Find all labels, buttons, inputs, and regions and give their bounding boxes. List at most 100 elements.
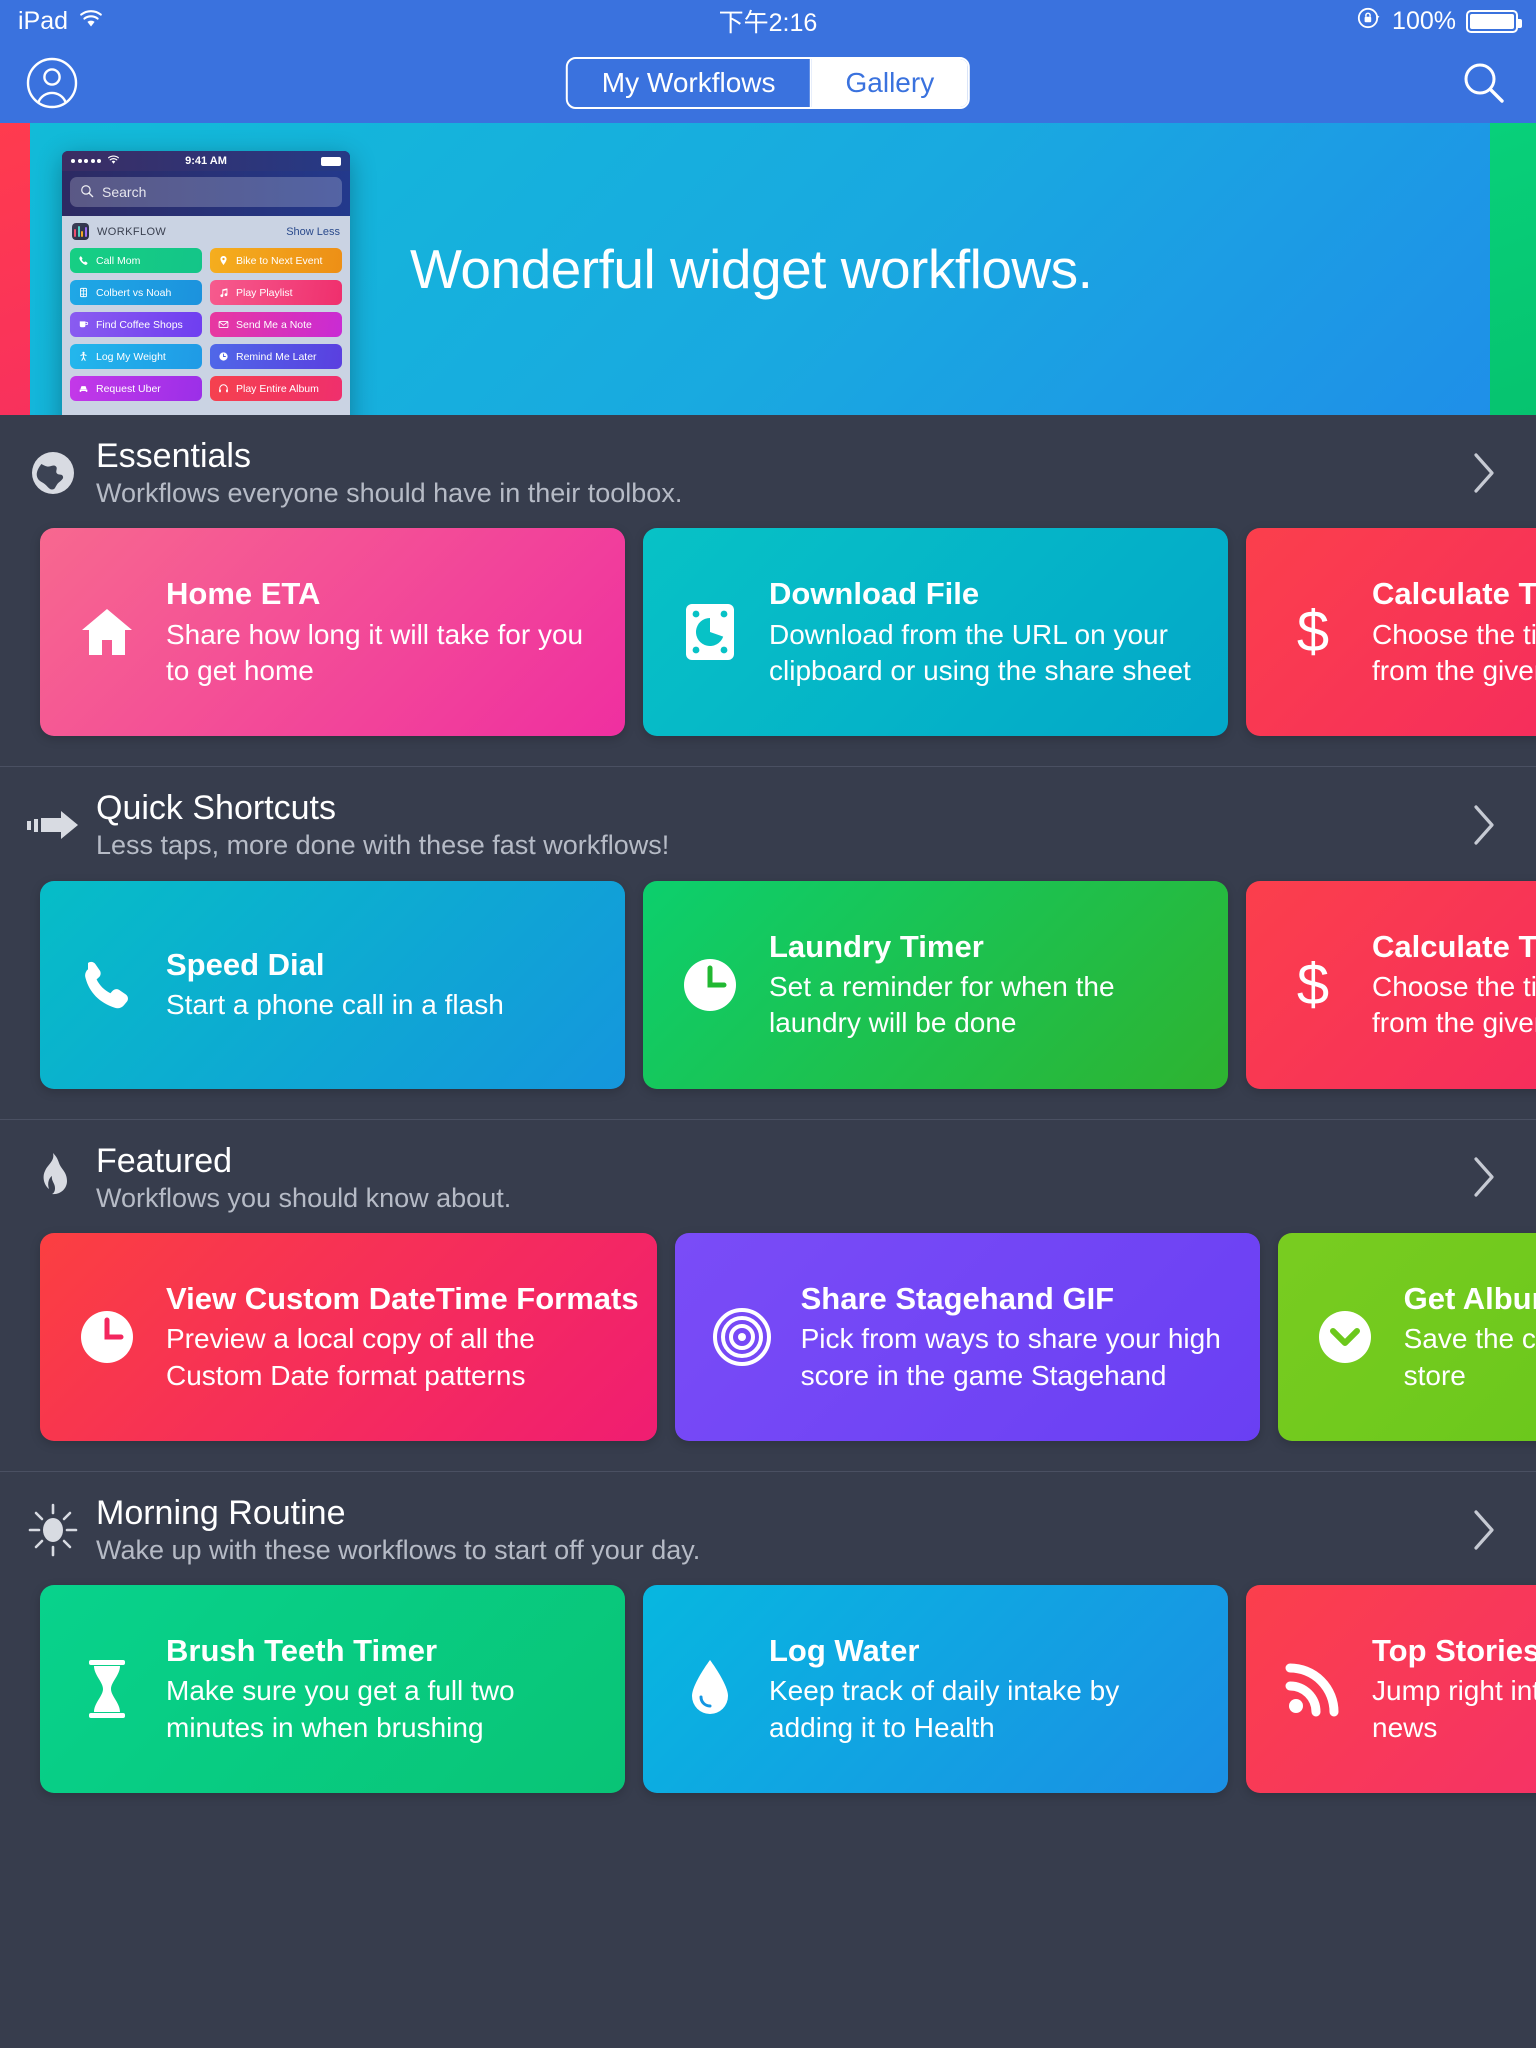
card-home-eta[interactable]: Home ETA Share how long it will take for… [40, 528, 625, 737]
card-calculate-tip[interactable]: $ Calculate Tip Choose the tip and split… [1246, 528, 1536, 737]
section-text: Featured Workflows you should know about… [96, 1142, 511, 1213]
card-title: View Custom DateTime Formats [166, 1280, 639, 1316]
music-note-icon [217, 287, 230, 298]
card-row[interactable]: Speed Dial Start a phone call in a flash… [0, 871, 1536, 1119]
clock-icon [217, 351, 230, 362]
card-description: Set a reminder for when the laundry will… [769, 970, 1115, 1039]
widget-header: WORKFLOW Show Less [70, 223, 342, 240]
card-description: Jump right into the most important news [1372, 1675, 1536, 1743]
card-description: Start a phone call in a flash [166, 989, 504, 1021]
car-icon [77, 383, 90, 394]
card-text: Speed Dial Start a phone call in a flash [166, 946, 522, 1024]
water-drop-icon [677, 1658, 743, 1720]
card-log-water[interactable]: Log Water Keep track of daily intake by … [643, 1585, 1228, 1794]
account-avatar-icon[interactable] [24, 55, 80, 111]
widget-shortcut-label: Log My Weight [96, 350, 166, 363]
card-text: Laundry Timer Set a reminder for when th… [769, 928, 1228, 1042]
card-title: Log Water [769, 1633, 920, 1669]
tab-gallery[interactable]: Gallery [811, 58, 969, 107]
show-less-button[interactable]: Show Less [286, 226, 340, 238]
widget-header-left: WORKFLOW [72, 223, 166, 240]
dollar-sign-icon: $ [1280, 952, 1346, 1018]
section-text: Quick Shortcuts Less taps, more done wit… [96, 789, 669, 860]
hero-title: Wonderful widget workflows. [410, 238, 1093, 300]
widget-shortcut-label: Colbert vs Noah [96, 286, 172, 299]
widget-shortcut-label: Play Playlist [236, 286, 293, 299]
widget-shortcut-label: Find Coffee Shops [96, 318, 183, 331]
card-view-custom-datetime-formats[interactable]: View Custom DateTime Formats Preview a l… [40, 1232, 657, 1441]
search-icon[interactable] [1456, 55, 1512, 111]
headphones-icon [217, 383, 230, 394]
device-name: iPad [18, 6, 69, 35]
section-subtitle: Less taps, more done with these fast wor… [96, 830, 670, 861]
hero-card-previous[interactable] [0, 123, 30, 415]
home-icon [74, 601, 140, 663]
chevron-right-icon[interactable] [1470, 801, 1510, 849]
widget-shortcut[interactable]: Remind Me Later [210, 344, 342, 369]
widget-shortcut[interactable]: Find Coffee Shops [70, 312, 202, 337]
battery-full-icon [1466, 9, 1522, 33]
coffee-cup-icon [77, 319, 90, 330]
search-input[interactable]: Search [70, 177, 342, 207]
section-header[interactable]: Featured Workflows you should know about… [0, 1120, 1536, 1223]
widget-shortcut[interactable]: Call Mom [70, 248, 202, 273]
card-description: Choose the tip and split the bill from t… [1372, 970, 1536, 1039]
card-laundry-timer[interactable]: Laundry Timer Set a reminder for when th… [643, 880, 1228, 1089]
card-calculate-tip[interactable]: $ Calculate Tip Choose the tip and split… [1246, 880, 1536, 1089]
card-description: Download from the URL on your clipboard … [769, 618, 1191, 686]
chevron-down-circle-icon [1312, 1306, 1378, 1368]
chevron-right-icon[interactable] [1470, 449, 1510, 497]
card-speed-dial[interactable]: Speed Dial Start a phone call in a flash [40, 880, 625, 1089]
section-subtitle: Workflows everyone should have in their … [96, 478, 683, 509]
widget-shortcut-grid: Call Mom Bike to Next Event Colbert vs N… [70, 248, 342, 401]
card-row[interactable]: Brush Teeth Timer Make sure you get a fu… [0, 1575, 1536, 1823]
download-file-icon [677, 601, 743, 663]
card-top-stories-today[interactable]: Top Stories Today Jump right into the mo… [1246, 1585, 1536, 1794]
search-placeholder: Search [102, 184, 147, 200]
svg-text:$: $ [1297, 952, 1329, 1017]
widget-shortcut[interactable]: Play Playlist [210, 280, 342, 305]
tab-my-workflows[interactable]: My Workflows [568, 58, 812, 107]
battery-percent-label: 100% [1392, 6, 1456, 35]
widget-shortcut[interactable]: Log My Weight [70, 344, 202, 369]
hero-card-current[interactable]: 9:41 AM Search WORKFLOW Show Less Call M… [30, 123, 1490, 415]
section-title: Featured [96, 1141, 233, 1180]
widget-shortcut[interactable]: Play Entire Album [210, 376, 342, 401]
status-bar-right: 100% [1356, 5, 1522, 38]
segmented-control[interactable]: My Workflows Gallery [565, 56, 971, 109]
card-description: Keep track of daily intake by adding it … [769, 1675, 1120, 1743]
flame-icon [26, 1151, 80, 1203]
card-brush-teeth-timer[interactable]: Brush Teeth Timer Make sure you get a fu… [40, 1585, 625, 1794]
rss-icon [1280, 1660, 1346, 1718]
section-text: Morning Routine Wake up with these workf… [96, 1494, 700, 1565]
card-share-stagehand-gif[interactable]: Share Stagehand GIF Pick from ways to sh… [674, 1232, 1260, 1441]
card-title: Download File [769, 576, 980, 612]
status-bar-time: 下午2:16 [718, 9, 818, 37]
widget-shortcut[interactable]: Send Me a Note [210, 312, 342, 337]
section-header[interactable]: Quick Shortcuts Less taps, more done wit… [0, 767, 1536, 870]
section-header[interactable]: Essentials Workflows everyone should hav… [0, 415, 1536, 518]
rotation-lock-icon [1356, 5, 1382, 38]
section-morning-routine: Morning Routine Wake up with these workf… [0, 1472, 1536, 1823]
widget-shortcut[interactable]: Request Uber [70, 376, 202, 401]
card-text: Get Album Artwork Save the cover art by … [1404, 1280, 1536, 1394]
section-title: Essentials [96, 437, 251, 475]
card-row[interactable]: View Custom DateTime Formats Preview a l… [0, 1223, 1536, 1471]
card-download-file[interactable]: Download File Download from the URL on y… [643, 528, 1228, 737]
widget-shortcut[interactable]: Colbert vs Noah [70, 280, 202, 305]
card-description: Preview a local copy of all the Custom D… [166, 1323, 535, 1391]
hero-card-next[interactable] [1490, 123, 1536, 415]
status-bar-left: iPad [18, 7, 104, 36]
clock-icon [74, 1306, 140, 1368]
battery-icon [321, 156, 341, 166]
widget-shortcut[interactable]: Bike to Next Event [210, 248, 342, 273]
section-header[interactable]: Morning Routine Wake up with these workf… [0, 1472, 1536, 1575]
wifi-icon [78, 7, 104, 36]
chevron-right-icon[interactable] [1470, 1506, 1510, 1554]
chevron-right-icon[interactable] [1470, 1153, 1510, 1201]
section-text: Essentials Workflows everyone should hav… [96, 437, 682, 508]
card-get-album-artwork[interactable]: Get Album Artwork Save the cover art by … [1277, 1232, 1536, 1441]
card-row[interactable]: Home ETA Share how long it will take for… [0, 518, 1536, 766]
hero-carousel[interactable]: 9:41 AM Search WORKFLOW Show Less Call M… [0, 123, 1536, 415]
phone-widget-preview: 9:41 AM Search WORKFLOW Show Less Call M… [62, 151, 350, 415]
